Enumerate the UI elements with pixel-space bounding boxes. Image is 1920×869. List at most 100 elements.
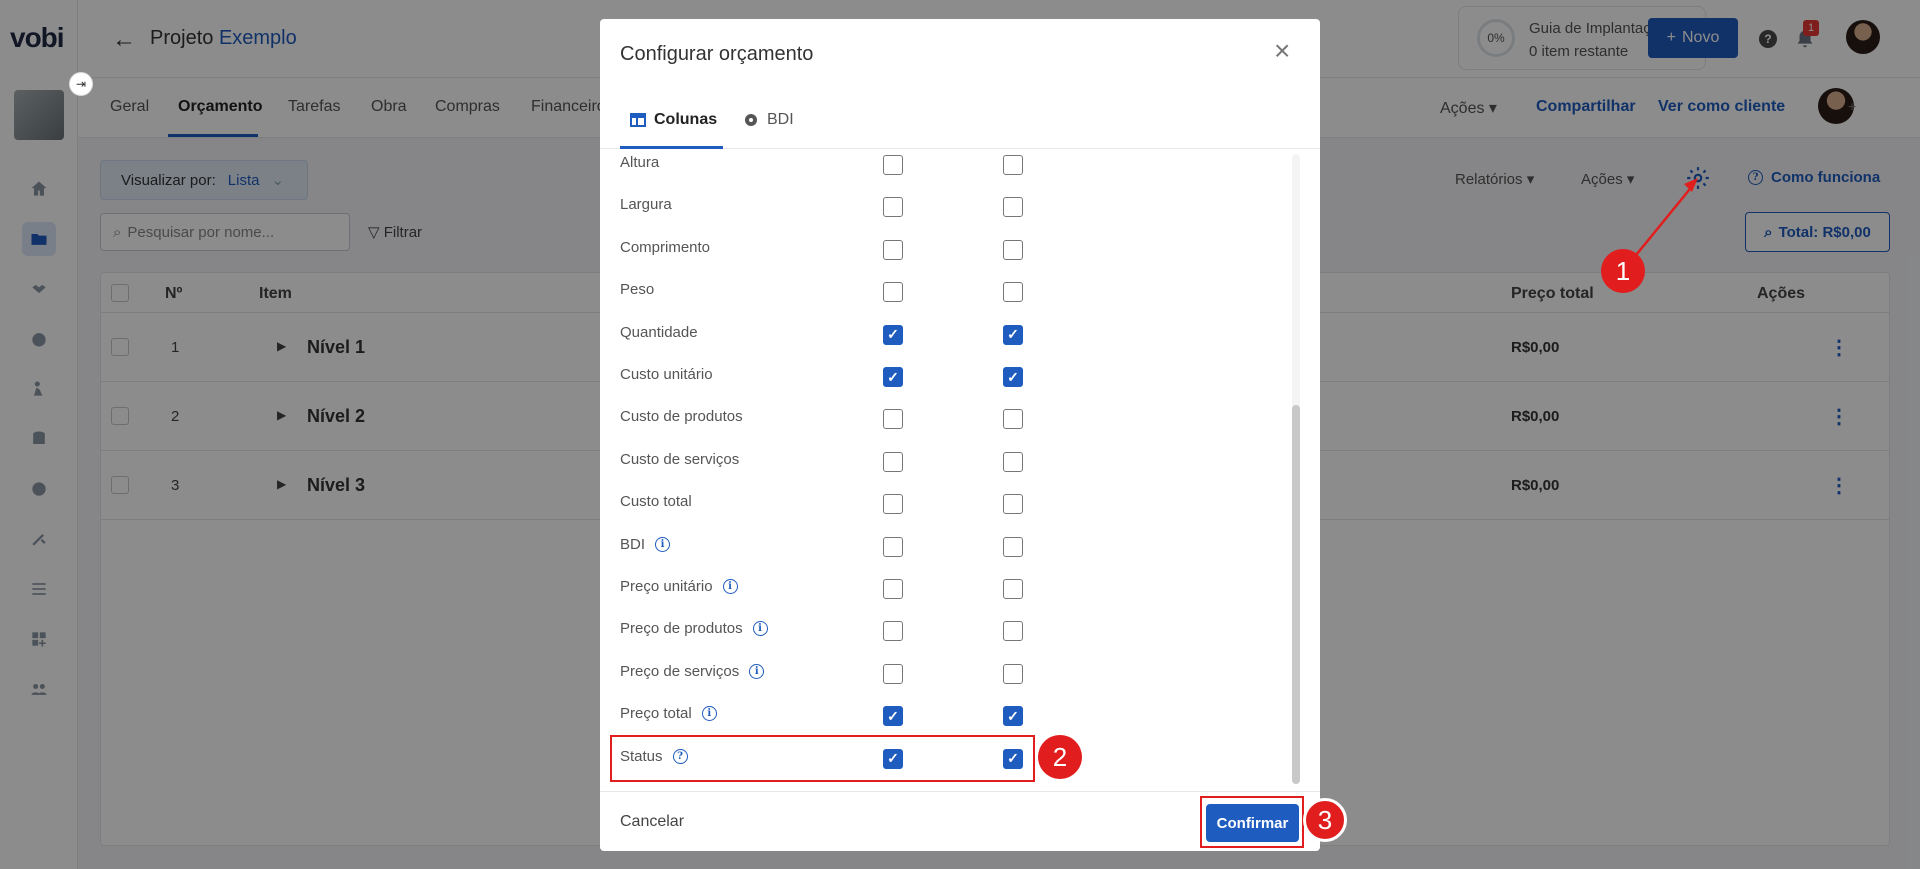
column-option-label: Peso	[620, 281, 654, 298]
column-option-label: Largura	[620, 196, 672, 213]
column-client-checkbox[interactable]	[1003, 451, 1023, 472]
column-visible-checkbox[interactable]	[883, 409, 903, 430]
check-icon: ✓	[887, 707, 899, 724]
annotation-step-3: 3	[1303, 798, 1347, 842]
column-visible-checkbox[interactable]	[883, 197, 903, 218]
column-option-label: Custo de serviços	[620, 451, 739, 468]
tab-bdi[interactable]: BDI	[743, 111, 794, 129]
column-client-checkbox[interactable]	[1003, 663, 1023, 684]
column-option-text: Custo unitário	[620, 366, 713, 383]
column-client-checkbox[interactable]	[1003, 409, 1023, 430]
column-client-checkbox[interactable]	[1003, 579, 1023, 599]
close-icon[interactable]: ×	[1274, 37, 1290, 65]
column-client-checkbox[interactable]	[1003, 494, 1023, 515]
column-client-checkbox[interactable]: ✓	[1003, 367, 1023, 387]
column-option-label: Preço de produtos i	[620, 620, 768, 637]
column-option-row: Peso	[600, 270, 1280, 312]
column-option-label: Custo total	[620, 493, 692, 510]
column-option-row: Largura	[600, 185, 1280, 227]
column-option-row: Quantidade ✓ ✓	[600, 313, 1280, 355]
column-visible-checkbox[interactable]: ✓	[883, 367, 903, 387]
column-visible-checkbox[interactable]	[883, 621, 903, 642]
check-icon: ✓	[1007, 707, 1019, 724]
column-option-row: Custo unitário ✓ ✓	[600, 355, 1280, 397]
column-option-row: Preço total i ✓ ✓	[600, 694, 1280, 736]
column-visible-checkbox[interactable]	[883, 239, 903, 260]
check-icon: ✓	[887, 368, 899, 385]
info-icon[interactable]: i	[722, 579, 738, 594]
column-option-row: BDI i	[600, 525, 1280, 567]
check-icon: ✓	[1007, 326, 1019, 343]
info-icon[interactable]: i	[752, 621, 768, 637]
column-option-text: Custo total	[620, 493, 692, 511]
column-option-label: Altura	[620, 154, 659, 171]
info-icon[interactable]: i	[749, 663, 765, 679]
scrollbar[interactable]	[1292, 154, 1300, 784]
column-client-checkbox[interactable]	[1003, 282, 1023, 303]
column-visible-checkbox[interactable]: ✓	[883, 706, 903, 727]
modal-tabs: Colunas BDI	[600, 89, 1320, 149]
column-option-label: Preço de serviços i	[620, 662, 765, 680]
check-icon: ✓	[887, 326, 899, 343]
column-client-checkbox[interactable]	[1003, 536, 1023, 557]
column-option-text: Preço de serviços	[620, 662, 740, 680]
column-option-label: Comprimento	[620, 239, 710, 256]
column-option-row: Preço de produtos i	[600, 609, 1280, 651]
column-client-checkbox[interactable]	[1003, 155, 1023, 175]
tab-colunas[interactable]: Colunas	[630, 111, 717, 129]
column-option-text: Quantidade	[620, 323, 698, 341]
annotation-step-2: 2	[1038, 735, 1082, 779]
column-visible-checkbox[interactable]	[883, 282, 903, 303]
columns-icon	[630, 113, 646, 127]
column-client-checkbox[interactable]: ✓	[1003, 706, 1023, 727]
column-option-text: Largura	[620, 196, 672, 214]
column-option-label: Quantidade	[620, 324, 698, 341]
column-option-text: Custo de serviços	[620, 450, 740, 468]
column-option-row: Preço unitário i	[600, 567, 1280, 609]
column-option-label: Custo de produtos	[620, 408, 743, 425]
column-client-checkbox[interactable]	[1003, 239, 1023, 260]
column-option-text: Preço de produtos	[620, 620, 743, 638]
app-root: vobi ⇥ ← Projeto Exemplo 0% Guia de Impl…	[0, 0, 1920, 869]
column-option-label: Preço total i	[620, 705, 717, 722]
column-option-text: Preço total	[620, 705, 692, 723]
cancel-button[interactable]: Cancelar	[620, 813, 684, 831]
modal-title: Configurar orçamento	[620, 43, 814, 65]
highlight-confirm	[1200, 796, 1304, 848]
column-visible-checkbox[interactable]	[883, 494, 903, 515]
scrollbar-thumb[interactable]	[1292, 405, 1300, 784]
column-option-text: Peso	[620, 281, 655, 299]
column-option-row: Custo de serviços	[600, 440, 1280, 482]
column-visible-checkbox[interactable]	[883, 451, 903, 472]
column-visible-checkbox[interactable]	[883, 579, 903, 599]
column-option-label: Custo unitário	[620, 366, 713, 383]
column-option-row: Custo de produtos	[600, 397, 1280, 439]
column-visible-checkbox[interactable]	[883, 663, 903, 684]
gear-small-icon	[745, 114, 757, 126]
column-client-checkbox[interactable]	[1003, 197, 1023, 218]
column-visible-checkbox[interactable]	[883, 155, 903, 175]
column-option-label: Preço unitário i	[620, 578, 738, 595]
column-option-label: BDI i	[620, 535, 671, 553]
column-option-row: Altura	[600, 149, 1280, 185]
column-visible-checkbox[interactable]: ✓	[883, 324, 903, 345]
collapse-sidebar-icon[interactable]: ⇥	[69, 72, 93, 96]
tab-colunas-label: Colunas	[654, 111, 718, 128]
column-option-text: Custo de produtos	[620, 408, 743, 426]
column-option-text: BDI	[620, 535, 646, 553]
column-option-text: Comprimento	[620, 238, 711, 256]
column-option-row: Custo total	[600, 482, 1280, 524]
highlight-status-row	[610, 735, 1035, 782]
column-visible-checkbox[interactable]	[883, 536, 903, 557]
column-client-checkbox[interactable]	[1003, 621, 1023, 642]
columns-list: Altura Largura Comprimento Peso Quantidade ✓ ✓…	[600, 149, 1280, 789]
column-option-row: Preço de serviços i	[600, 652, 1280, 694]
configure-budget-modal: Configurar orçamento × Colunas BDI Altur…	[600, 19, 1320, 851]
column-client-checkbox[interactable]: ✓	[1003, 324, 1023, 345]
info-icon[interactable]: i	[701, 706, 717, 722]
column-option-text: Preço unitário	[620, 578, 713, 595]
check-icon: ✓	[1007, 368, 1019, 385]
info-icon[interactable]: i	[655, 536, 671, 552]
column-option-row: Comprimento	[600, 228, 1280, 270]
tab-bdi-label: BDI	[767, 111, 794, 128]
